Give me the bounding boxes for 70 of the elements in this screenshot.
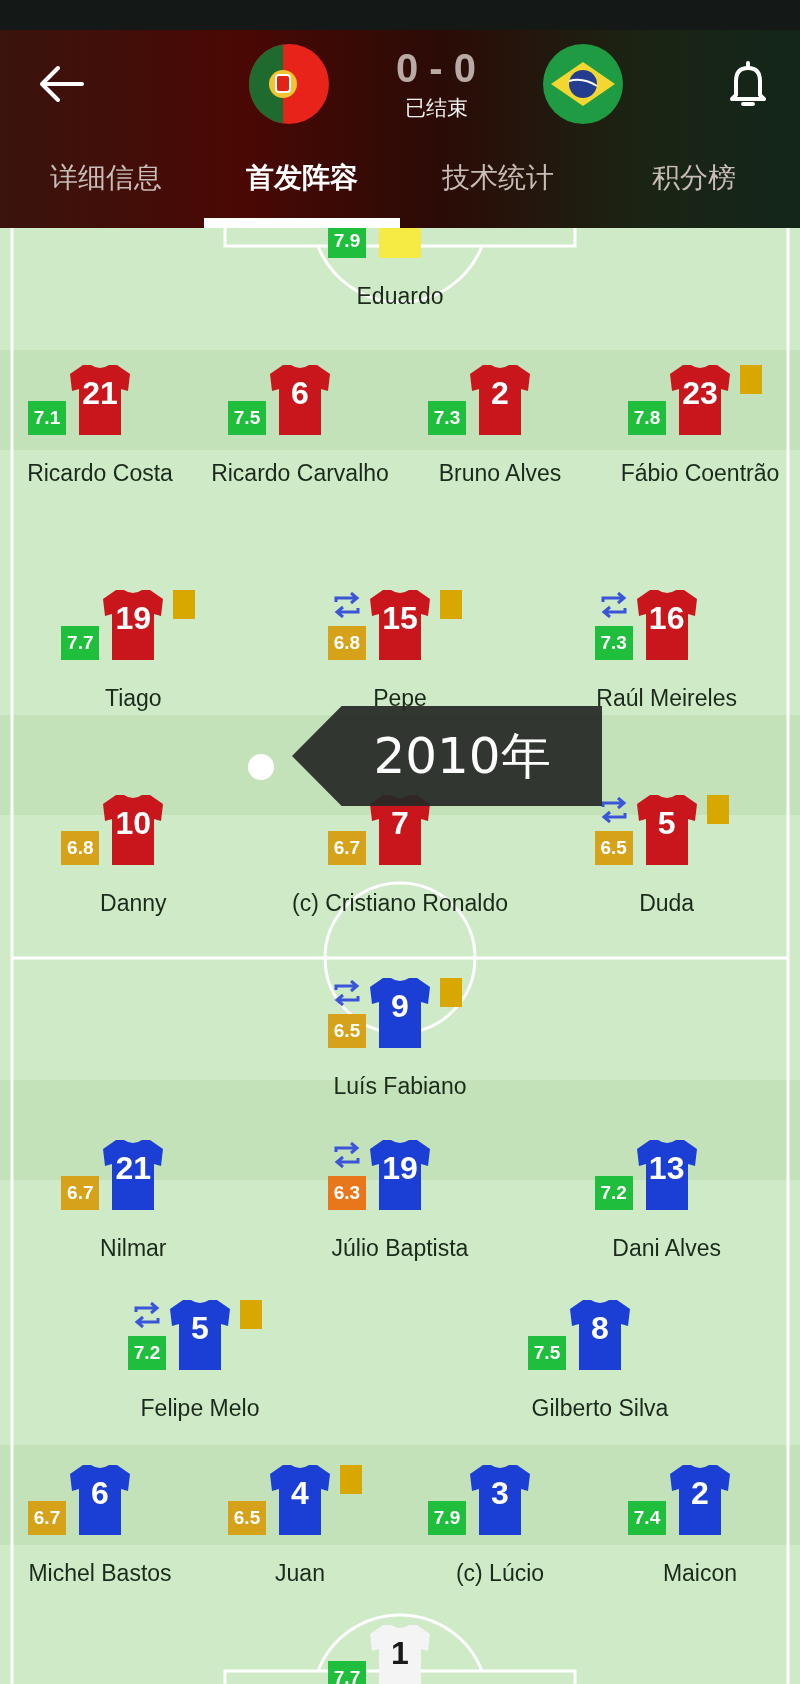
player-name: Bruno Alves <box>438 459 562 488</box>
rating-badge: 7.2 <box>594 1176 633 1210</box>
rating-badge: 6.5 <box>228 1501 266 1535</box>
jersey-number: 7 <box>390 805 410 842</box>
rating-badge: 7.3 <box>428 401 466 435</box>
score: 0 - 0 <box>395 46 476 90</box>
match-status: 已结束 <box>404 95 468 121</box>
rating-badge: 6.3 <box>328 1176 366 1210</box>
jersey-number: 2 <box>690 1475 710 1512</box>
player-name: Ricardo Costa <box>27 459 173 488</box>
jersey-number: 1 <box>390 1635 410 1672</box>
player-name: Felipe Melo <box>140 1394 260 1423</box>
jersey-number: 5 <box>190 1310 210 1347</box>
jersey-number: 3 <box>490 1475 510 1512</box>
rating-badge: 6.8 <box>61 831 100 865</box>
tooltip: 2010年 <box>292 706 602 806</box>
rating-badge: 7.3 <box>594 626 633 660</box>
player-name: Nilmar <box>100 1234 167 1263</box>
player-name: Luís Fabiano <box>333 1072 467 1101</box>
jersey-number: 19 <box>381 1150 419 1187</box>
jersey-number: 8 <box>590 1310 610 1347</box>
jersey-number: 10 <box>114 805 153 842</box>
rating-badge: 6.5 <box>594 831 633 865</box>
jersey-number: 16 <box>647 600 686 637</box>
rating-badge: 6.7 <box>328 831 366 865</box>
rating-badge: 7.4 <box>628 1501 666 1535</box>
player-name: Dani Alves <box>612 1234 721 1263</box>
jersey-number: 2 <box>490 375 510 412</box>
notification-bell-button[interactable] <box>728 61 768 107</box>
rating-badge: 6.8 <box>328 626 366 660</box>
jersey-number: 19 <box>114 600 153 637</box>
tab[interactable]: 详细信息 <box>8 138 204 228</box>
rating-badge: 7.7 <box>328 1661 366 1684</box>
player-name: Tiago <box>105 684 162 713</box>
jersey-number: 21 <box>81 375 119 412</box>
rating-badge: 7.9 <box>328 228 366 258</box>
player-name: Ricardo Carvalho <box>211 459 389 488</box>
jersey-number: 13 <box>647 1150 686 1187</box>
tab[interactable]: 积分榜 <box>596 138 792 228</box>
player-name: Duda <box>639 889 695 918</box>
jersey-number: 21 <box>114 1150 153 1187</box>
rating-badge: 6.5 <box>328 1014 366 1048</box>
player-name: Juan <box>275 1559 325 1588</box>
rating-badge: 7.1 <box>28 401 66 435</box>
jersey-number: 4 <box>290 1475 310 1512</box>
rating-badge: 7.5 <box>228 401 266 435</box>
jersey-number: 9 <box>390 988 410 1025</box>
rating-badge: 7.8 <box>628 401 666 435</box>
jersey-number: 6 <box>90 1475 110 1512</box>
player-name: (c) Lúcio <box>455 1559 545 1588</box>
jersey-number: 5 <box>656 805 677 842</box>
jersey-number: 6 <box>290 375 310 412</box>
player-name: Júlio Baptista <box>331 1234 469 1263</box>
player-name: Eduardo <box>356 282 444 311</box>
rating-badge: 6.7 <box>61 1176 100 1210</box>
rating-badge: 7.5 <box>528 1336 566 1370</box>
rating-badge: 7.7 <box>61 626 100 660</box>
flag-icon <box>543 44 623 124</box>
jersey-number: 15 <box>381 600 419 637</box>
player-name: Danny <box>100 889 167 918</box>
rating-badge: 7.9 <box>428 1501 466 1535</box>
jersey-number: 23 <box>681 375 719 412</box>
player-name: Michel Bastos <box>28 1559 172 1588</box>
rating-badge: 7.2 <box>128 1336 166 1370</box>
player-name: Fábio Coentrão <box>620 459 780 488</box>
tab[interactable]: 技术统计 <box>400 138 596 228</box>
rating-badge: 6.7 <box>28 1501 66 1535</box>
player-name: Gilberto Silva <box>531 1394 669 1423</box>
player-name: (c) Cristiano Ronaldo <box>291 889 508 918</box>
player-name: Maicon <box>662 1559 738 1588</box>
